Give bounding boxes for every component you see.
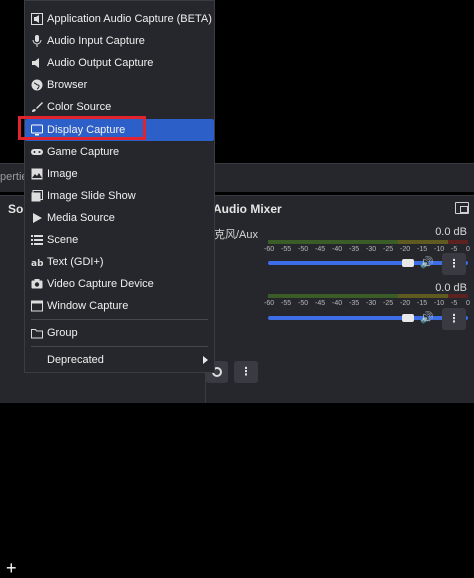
menu-item-label: Group — [47, 327, 78, 339]
audio-mixer-dock: Audio Mixer 克风/Aux 0.0 dB -60 -55 -50 -4… — [205, 195, 474, 403]
volume-slider-handle[interactable] — [402, 314, 414, 322]
menu-item-game-capture[interactable]: Game Capture — [25, 141, 214, 163]
scale-tick: -50 — [298, 246, 309, 253]
speaker-icon[interactable]: 🔊 — [420, 311, 434, 324]
menu-item-scene[interactable]: Scene — [25, 229, 214, 251]
scale-tick: -30 — [366, 246, 377, 253]
scale-tick: -20 — [400, 300, 411, 307]
paint-brush-icon — [32, 102, 43, 112]
scale-tick: -45 — [315, 246, 326, 253]
menu-item-image-slide-show[interactable]: Image Slide Show — [25, 185, 214, 207]
menu-item-media-source[interactable]: Media Source — [25, 207, 214, 229]
menu-item-label: Text (GDI+) — [47, 256, 104, 268]
scale-tick: -55 — [281, 300, 292, 307]
text-icon: ab — [31, 259, 43, 268]
scale-tick: -20 — [400, 246, 411, 253]
speaker-icon — [32, 58, 39, 68]
scale-tick: -60 — [264, 300, 275, 307]
app-audio-icon — [31, 13, 43, 25]
menu-item-label: Color Source — [47, 101, 112, 113]
scale-tick: -60 — [264, 246, 275, 253]
camera-icon — [31, 279, 43, 289]
audio-mixer-title: Audio Mixer — [213, 202, 282, 216]
track-menu-button[interactable]: ⋮ — [442, 253, 466, 275]
microphone-icon — [32, 35, 42, 47]
scale-tick: -30 — [366, 300, 377, 307]
gamepad-icon — [31, 149, 43, 155]
scale-tick: -10 — [434, 300, 445, 307]
volume-meter — [268, 294, 468, 298]
play-icon — [33, 213, 42, 223]
menu-item-browser[interactable]: Browser — [25, 74, 214, 96]
menu-item-label: Audio Output Capture — [47, 57, 154, 69]
menu-item-label: Media Source — [47, 212, 115, 224]
add-source-button[interactable]: + — [6, 559, 17, 577]
scale-tick: -55 — [281, 246, 292, 253]
scale-tick: -5 — [451, 300, 458, 307]
menu-item-video-capture-device[interactable]: Video Capture Device — [25, 273, 214, 295]
list-icon — [31, 235, 43, 245]
scale-tick: 0 — [466, 246, 470, 253]
menu-item-deprecated[interactable]: Deprecated — [25, 349, 214, 371]
track-menu-button[interactable]: ⋮ — [442, 308, 466, 330]
volume-slider-handle[interactable] — [402, 259, 414, 267]
folder-icon — [31, 329, 43, 339]
volume-slider[interactable] — [268, 316, 468, 320]
scale-tick: -40 — [332, 300, 343, 307]
menu-separator — [31, 346, 208, 347]
image-icon — [31, 168, 43, 180]
menu-item-window-capture[interactable]: Window Capture — [25, 295, 214, 317]
track-name: 克风/Aux — [214, 229, 259, 241]
window-icon — [31, 300, 43, 312]
menu-item-audio-output-capture[interactable]: Audio Output Capture — [25, 52, 214, 74]
globe-icon — [31, 79, 43, 91]
menu-item-label: Window Capture — [47, 300, 129, 312]
scale-tick: -40 — [332, 246, 343, 253]
speaker-icon[interactable]: 🔊 — [420, 256, 434, 269]
menu-item-color-source[interactable]: Color Source — [25, 96, 214, 118]
menu-item-audio-input-capture[interactable]: Audio Input Capture — [25, 30, 214, 52]
scale-tick: -25 — [383, 246, 394, 253]
menu-item-label: Video Capture Device — [47, 278, 154, 290]
scale-tick: -35 — [349, 246, 360, 253]
scale-tick: -5 — [451, 246, 458, 253]
add-source-context-menu: Application Audio Capture (BETA) Audio I… — [24, 0, 215, 373]
menu-item-label: Game Capture — [47, 146, 120, 158]
menu-item-label: Deprecated — [47, 354, 104, 366]
submenu-arrow-icon — [203, 356, 208, 364]
menu-item-label: Image Slide Show — [47, 190, 136, 202]
menu-item-label: Audio Input Capture — [47, 35, 145, 47]
volume-slider[interactable] — [268, 261, 468, 265]
scale-tick: -45 — [315, 300, 326, 307]
scale-tick: 0 — [466, 300, 470, 307]
menu-item-group[interactable]: Group — [25, 322, 214, 344]
menu-item-application-audio-capture[interactable]: Application Audio Capture (BETA) — [25, 8, 214, 30]
scale-tick: -10 — [434, 246, 445, 253]
menu-item-label: Image — [47, 168, 78, 180]
menu-item-label: Browser — [47, 79, 88, 91]
undock-icon[interactable] — [455, 202, 469, 214]
scale-tick: -25 — [383, 300, 394, 307]
scale-tick: -35 — [349, 300, 360, 307]
menu-item-label: Scene — [47, 234, 79, 246]
menu-item-image[interactable]: Image — [25, 163, 214, 185]
volume-meter — [268, 240, 468, 244]
track-db: 0.0 dB — [435, 282, 467, 294]
scale-tick: -15 — [417, 246, 428, 253]
menu-item-text-gdi[interactable]: ab Text (GDI+) — [25, 251, 214, 273]
menu-item-label: Application Audio Capture (BETA) — [47, 13, 212, 25]
annotation-highlight-box — [18, 116, 146, 140]
menu-separator — [31, 319, 208, 320]
scale-tick: -15 — [417, 300, 428, 307]
svg-text:ab: ab — [31, 259, 43, 268]
slideshow-icon — [31, 190, 43, 202]
track-db: 0.0 dB — [435, 226, 467, 238]
mixer-menu-button[interactable]: ⋮ — [234, 361, 258, 383]
scale-tick: -50 — [298, 300, 309, 307]
